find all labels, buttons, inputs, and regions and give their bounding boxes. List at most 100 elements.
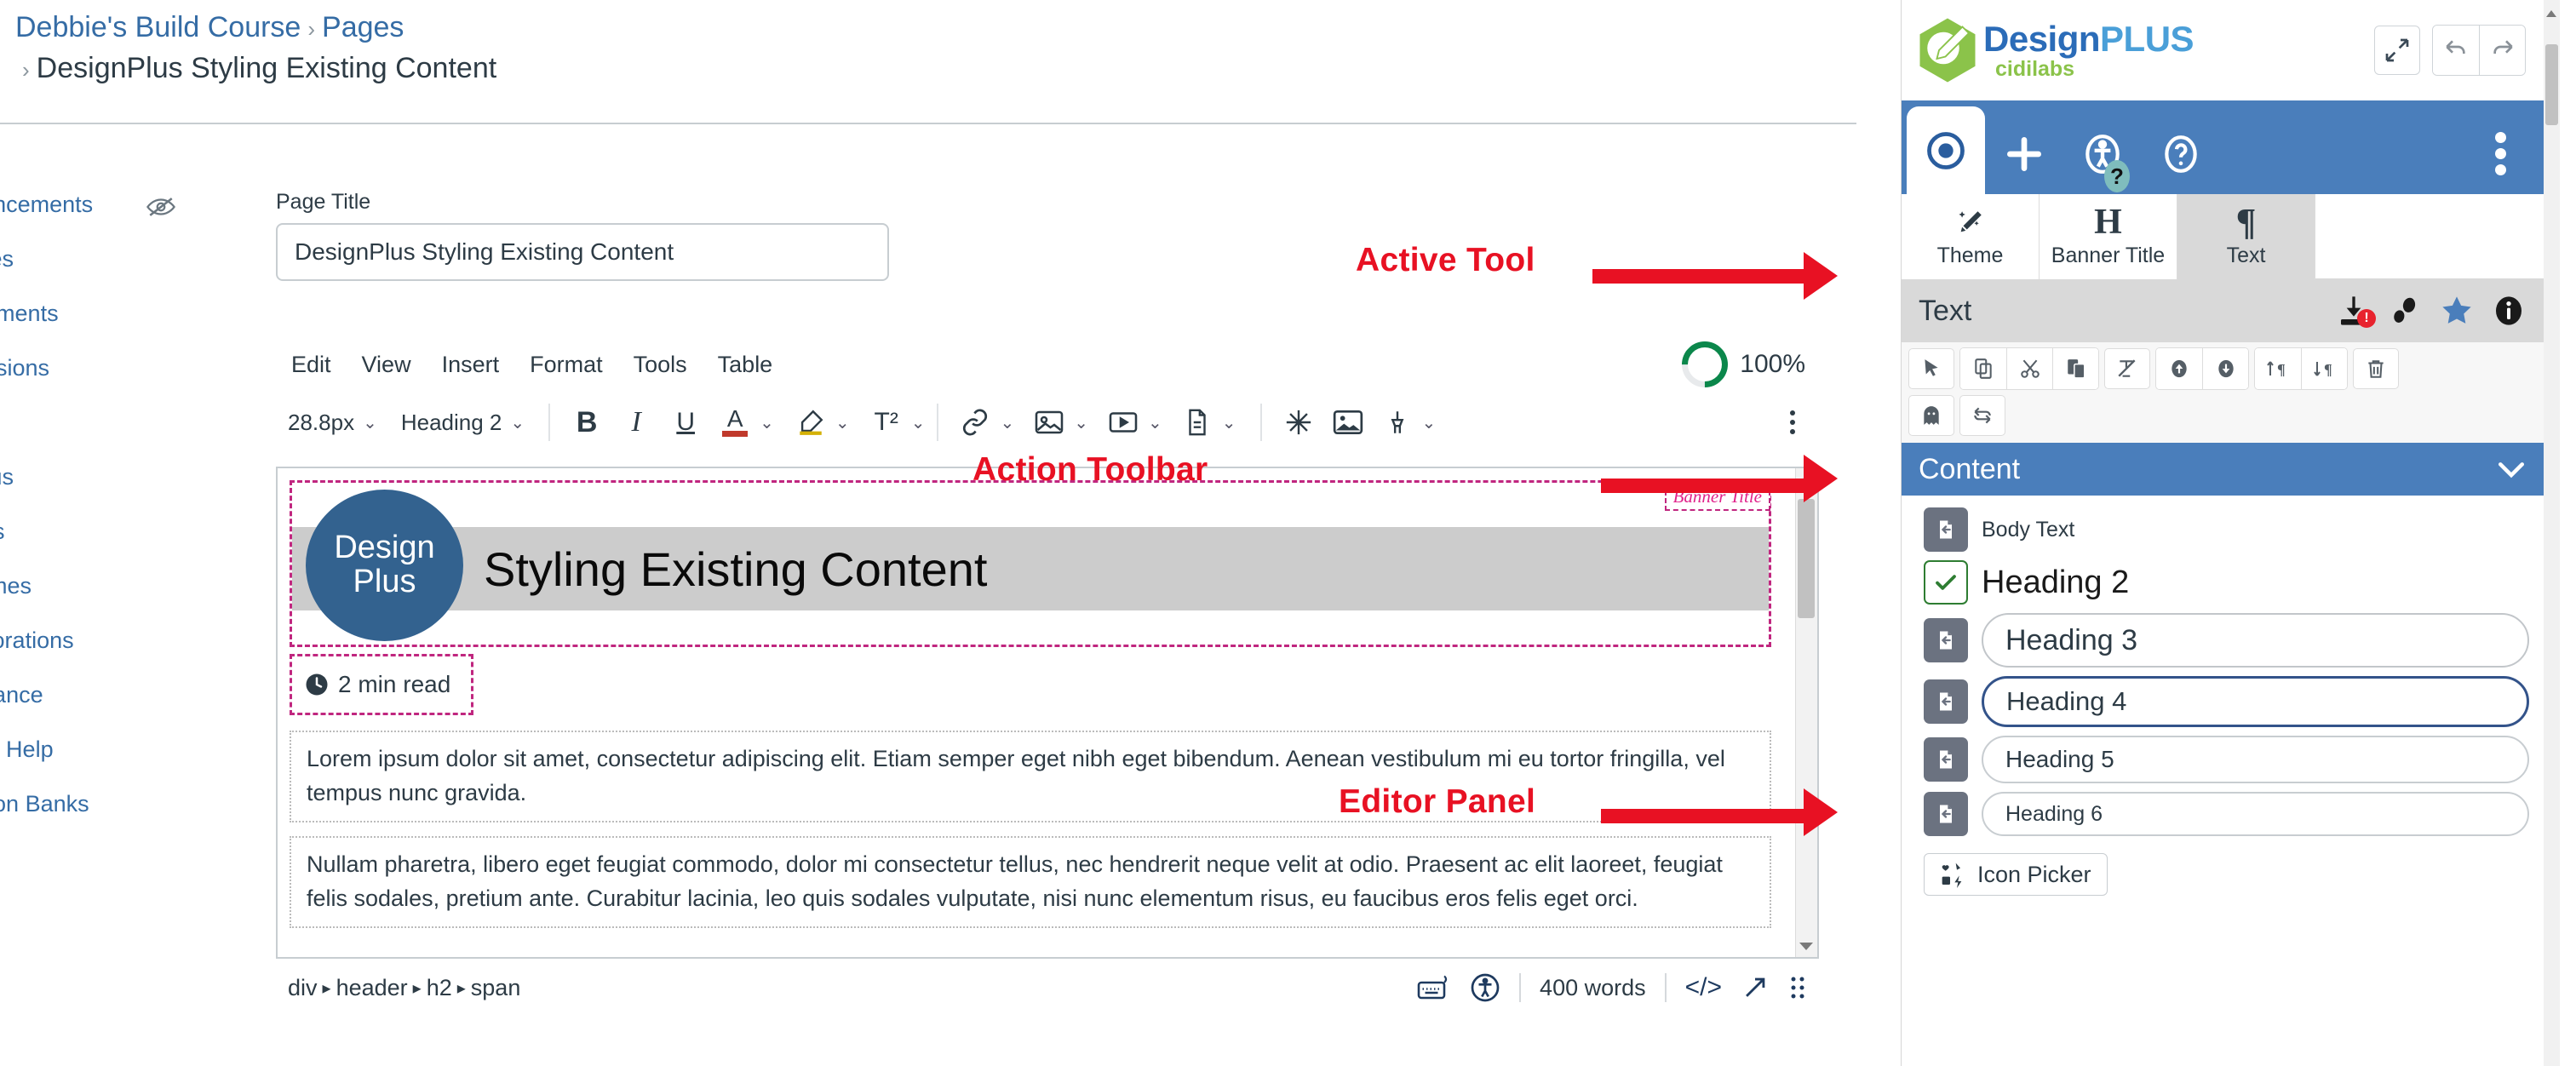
insert-icon[interactable] — [1924, 507, 1968, 552]
chevron-down-icon[interactable]: ⌄ — [1000, 412, 1014, 433]
sidebar-item-search-help[interactable]: Search Help — [0, 736, 54, 763]
page-title-input[interactable] — [276, 223, 889, 281]
editor-content-area[interactable]: Banner Title Design Plus Styling Existin… — [276, 467, 1819, 959]
move-up-icon[interactable] — [2156, 348, 2202, 389]
icon-picker-button[interactable]: Icon Picker — [1924, 853, 2108, 896]
chevron-down-icon[interactable]: ⌄ — [835, 412, 850, 433]
designplus-scrollbar-thumb[interactable] — [2545, 44, 2558, 125]
italic-button[interactable]: I — [611, 398, 661, 447]
course-navigation[interactable]: Home Announcements Modules Assignments D… — [0, 126, 182, 1066]
sidebar-item-syllabus[interactable]: Syllabus — [0, 464, 14, 490]
menu-format[interactable]: Format — [514, 348, 618, 381]
designplus-tool-tabs[interactable]: Theme H Banner Title ¶ Text — [1902, 194, 2544, 279]
insert-icon[interactable] — [1924, 792, 1968, 836]
menu-table[interactable]: Table — [703, 348, 789, 381]
scroll-up-arrow-icon[interactable] — [2546, 10, 2556, 17]
list-item[interactable]: Heading 2 — [1924, 560, 2529, 605]
sidebar-item-collaborations[interactable]: Collaborations — [0, 628, 74, 654]
path-segment-h2[interactable]: h2 — [427, 975, 452, 1001]
underline-button[interactable]: U — [661, 398, 710, 447]
text-color-button[interactable]: A — [710, 398, 760, 447]
refresh-icon[interactable] — [1959, 395, 2005, 436]
apps-sparkle-icon[interactable] — [1274, 398, 1323, 447]
editor-scrollbar-thumb[interactable] — [1798, 499, 1815, 618]
breadcrumb-course-link[interactable]: Debbie's Build Course — [15, 11, 301, 43]
tool-tab-banner-title[interactable]: H Banner Title — [2040, 194, 2177, 279]
breadcrumb-pages-link[interactable]: Pages — [322, 11, 404, 43]
list-item-label[interactable]: Heading 4 — [1982, 676, 2529, 727]
chevron-down-icon[interactable]: ⌄ — [1074, 412, 1088, 433]
chevron-down-icon[interactable] — [2497, 458, 2526, 480]
check-icon[interactable] — [1924, 560, 1968, 605]
info-icon[interactable] — [2492, 294, 2526, 328]
keyboard-icon[interactable] — [1417, 975, 1451, 1000]
insert-paragraph-after-icon[interactable]: ¶ — [2301, 348, 2347, 389]
editor-scrollbar[interactable] — [1795, 468, 1817, 957]
designplus-tabbar[interactable]: ? — [1902, 100, 2544, 194]
banner-title-block[interactable]: Banner Title Design Plus Styling Existin… — [290, 480, 1771, 647]
insert-paragraph-before-icon[interactable]: ¶ — [2255, 348, 2301, 389]
designplus-action-toolbar[interactable]: ¶ ¶ — [1902, 342, 2544, 443]
sidebar-item-announcements[interactable]: Announcements — [0, 192, 93, 218]
chevron-down-icon[interactable]: ⌄ — [1422, 412, 1437, 433]
fullscreen-icon[interactable] — [1741, 973, 1770, 1002]
superscript-button[interactable]: T² — [862, 398, 911, 447]
chevron-down-icon[interactable]: ⌄ — [1148, 412, 1162, 433]
tab-accessibility[interactable]: ? — [2063, 113, 2142, 194]
resize-handle-icon[interactable] — [1788, 975, 1807, 1000]
path-segment-div[interactable]: div — [288, 975, 318, 1001]
sidebar-item-rubrics[interactable]: Rubrics — [0, 519, 5, 545]
ghost-icon[interactable] — [1908, 395, 1954, 436]
sidebar-item-question-banks[interactable]: Question Banks — [0, 791, 89, 817]
font-size-select[interactable]: 28.8px ⌄ — [276, 404, 389, 441]
delete-icon[interactable] — [2353, 348, 2399, 389]
list-item-label[interactable]: Heading 3 — [1982, 613, 2529, 668]
list-item[interactable]: Heading 3 — [1924, 613, 2529, 668]
path-segment-header[interactable]: header — [336, 975, 408, 1001]
editor-menubar[interactable]: Edit View Insert Format Tools Table — [276, 341, 1817, 388]
sidebar-item-assignments[interactable]: Assignments — [0, 301, 59, 327]
sidebar-item-attendance[interactable]: Attendance — [0, 682, 43, 708]
tab-add[interactable] — [1985, 113, 2063, 194]
tool-tab-text[interactable]: ¶ Text — [2177, 194, 2315, 279]
download-icon[interactable]: ! — [2337, 294, 2376, 328]
tool-tab-theme[interactable]: Theme — [1902, 194, 2040, 279]
scroll-down-arrow-icon[interactable] — [1799, 943, 1813, 950]
list-item[interactable]: Heading 4 — [1924, 676, 2529, 727]
html-editor-icon[interactable]: </> — [1685, 973, 1722, 1002]
chevron-down-icon[interactable]: ⌄ — [1222, 412, 1236, 433]
select-cursor-icon[interactable] — [1908, 348, 1954, 389]
cut-icon[interactable] — [2006, 348, 2052, 389]
banner-heading-text[interactable]: Styling Existing Content — [484, 527, 987, 610]
content-section-header[interactable]: Content — [1902, 443, 2544, 496]
image-button[interactable] — [1024, 398, 1074, 447]
menu-view[interactable]: View — [347, 348, 427, 381]
element-path[interactable]: div ▸ header ▸ h2 ▸ span — [288, 975, 520, 1001]
sidebar-item-outcomes[interactable]: Outcomes — [0, 573, 32, 599]
link-button[interactable] — [950, 398, 1000, 447]
chevron-down-icon[interactable]: ⌄ — [760, 412, 774, 433]
duplicate-icon[interactable] — [2052, 348, 2098, 389]
menu-insert[interactable]: Insert — [427, 348, 515, 381]
insert-icon[interactable] — [1924, 737, 1968, 782]
bold-button[interactable]: B — [562, 398, 611, 447]
media-button[interactable] — [1099, 398, 1148, 447]
move-down-icon[interactable] — [2202, 348, 2248, 389]
list-item-label[interactable]: Heading 5 — [1982, 736, 2529, 783]
list-item-label[interactable]: Heading 6 — [1982, 792, 2529, 836]
designplus-panel-scrollbar[interactable] — [2544, 0, 2560, 1066]
insert-icon[interactable] — [1924, 618, 1968, 662]
tab-help[interactable] — [2142, 113, 2220, 194]
block-format-select[interactable]: Heading 2 ⌄ — [389, 404, 536, 441]
paragraph-block-1[interactable]: Lorem ipsum dolor sit amet, consectetur … — [290, 731, 1771, 822]
document-button[interactable] — [1173, 398, 1222, 447]
star-icon[interactable] — [2439, 293, 2475, 329]
footsteps-icon[interactable] — [2388, 294, 2422, 328]
clear-formatting-icon[interactable] — [2104, 348, 2150, 389]
sidebar-item-discussions[interactable]: Discussions — [0, 355, 49, 381]
editor-format-toolbar[interactable]: 28.8px ⌄ Heading 2 ⌄ B I U A ⌄ ⌄ T² ⌄ ⌄ … — [276, 392, 1817, 453]
copy-icon[interactable] — [1960, 348, 2006, 389]
paragraph-block-2[interactable]: Nullam pharetra, libero eget feugiat com… — [290, 836, 1771, 928]
kebab-menu-icon[interactable] — [2461, 113, 2539, 194]
menu-tools[interactable]: Tools — [618, 348, 703, 381]
